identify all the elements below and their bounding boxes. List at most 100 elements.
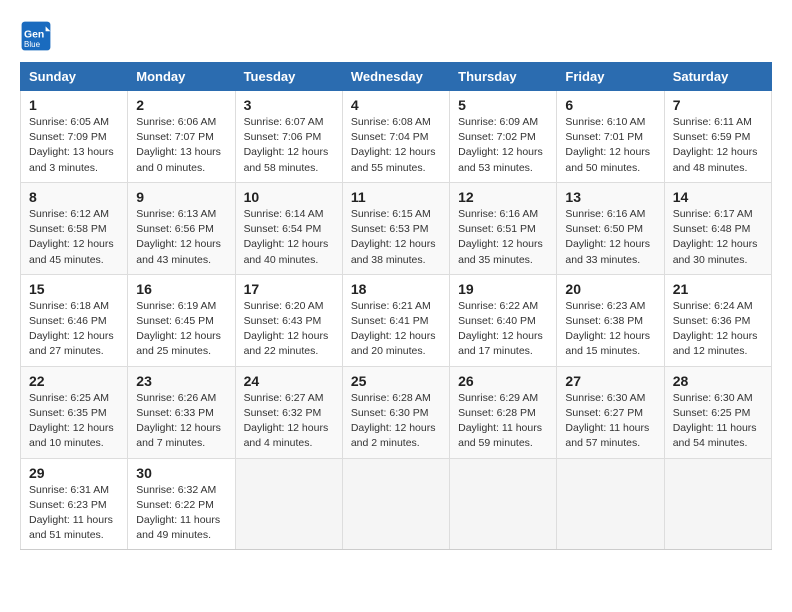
page-header: Gen Blue (20, 20, 772, 52)
calendar-cell: 17 Sunrise: 6:20 AMSunset: 6:43 PMDaylig… (235, 274, 342, 366)
day-info: Sunrise: 6:20 AMSunset: 6:43 PMDaylight:… (244, 299, 334, 360)
calendar-week-4: 22 Sunrise: 6:25 AMSunset: 6:35 PMDaylig… (21, 366, 772, 458)
svg-text:Gen: Gen (24, 30, 44, 41)
day-number: 18 (351, 281, 441, 297)
calendar-cell: 24 Sunrise: 6:27 AMSunset: 6:32 PMDaylig… (235, 366, 342, 458)
calendar-cell: 25 Sunrise: 6:28 AMSunset: 6:30 PMDaylig… (342, 366, 449, 458)
day-number: 12 (458, 189, 548, 205)
day-number: 14 (673, 189, 763, 205)
day-number: 2 (136, 97, 226, 113)
calendar-cell: 23 Sunrise: 6:26 AMSunset: 6:33 PMDaylig… (128, 366, 235, 458)
calendar-cell: 27 Sunrise: 6:30 AMSunset: 6:27 PMDaylig… (557, 366, 664, 458)
logo-icon: Gen Blue (20, 20, 52, 52)
day-info: Sunrise: 6:30 AMSunset: 6:25 PMDaylight:… (673, 391, 763, 452)
day-info: Sunrise: 6:22 AMSunset: 6:40 PMDaylight:… (458, 299, 548, 360)
calendar-cell: 29 Sunrise: 6:31 AMSunset: 6:23 PMDaylig… (21, 458, 128, 550)
day-number: 9 (136, 189, 226, 205)
calendar-cell: 14 Sunrise: 6:17 AMSunset: 6:48 PMDaylig… (664, 182, 771, 274)
calendar-week-5: 29 Sunrise: 6:31 AMSunset: 6:23 PMDaylig… (21, 458, 772, 550)
calendar-cell: 9 Sunrise: 6:13 AMSunset: 6:56 PMDayligh… (128, 182, 235, 274)
calendar-cell: 20 Sunrise: 6:23 AMSunset: 6:38 PMDaylig… (557, 274, 664, 366)
calendar-cell (342, 458, 449, 550)
day-info: Sunrise: 6:27 AMSunset: 6:32 PMDaylight:… (244, 391, 334, 452)
day-info: Sunrise: 6:29 AMSunset: 6:28 PMDaylight:… (458, 391, 548, 452)
calendar-cell: 16 Sunrise: 6:19 AMSunset: 6:45 PMDaylig… (128, 274, 235, 366)
calendar-cell: 13 Sunrise: 6:16 AMSunset: 6:50 PMDaylig… (557, 182, 664, 274)
day-info: Sunrise: 6:15 AMSunset: 6:53 PMDaylight:… (351, 207, 441, 268)
calendar-cell (557, 458, 664, 550)
logo: Gen Blue (20, 20, 56, 52)
day-number: 19 (458, 281, 548, 297)
calendar-cell: 8 Sunrise: 6:12 AMSunset: 6:58 PMDayligh… (21, 182, 128, 274)
day-number: 7 (673, 97, 763, 113)
day-info: Sunrise: 6:17 AMSunset: 6:48 PMDaylight:… (673, 207, 763, 268)
day-info: Sunrise: 6:10 AMSunset: 7:01 PMDaylight:… (565, 115, 655, 176)
day-header-saturday: Saturday (664, 63, 771, 91)
day-number: 16 (136, 281, 226, 297)
day-info: Sunrise: 6:14 AMSunset: 6:54 PMDaylight:… (244, 207, 334, 268)
day-info: Sunrise: 6:24 AMSunset: 6:36 PMDaylight:… (673, 299, 763, 360)
day-info: Sunrise: 6:08 AMSunset: 7:04 PMDaylight:… (351, 115, 441, 176)
day-number: 3 (244, 97, 334, 113)
calendar-cell: 21 Sunrise: 6:24 AMSunset: 6:36 PMDaylig… (664, 274, 771, 366)
day-info: Sunrise: 6:28 AMSunset: 6:30 PMDaylight:… (351, 391, 441, 452)
calendar-body: 1 Sunrise: 6:05 AMSunset: 7:09 PMDayligh… (21, 91, 772, 550)
calendar-header: SundayMondayTuesdayWednesdayThursdayFrid… (21, 63, 772, 91)
calendar-cell (450, 458, 557, 550)
calendar-week-1: 1 Sunrise: 6:05 AMSunset: 7:09 PMDayligh… (21, 91, 772, 183)
calendar-cell: 10 Sunrise: 6:14 AMSunset: 6:54 PMDaylig… (235, 182, 342, 274)
calendar-week-2: 8 Sunrise: 6:12 AMSunset: 6:58 PMDayligh… (21, 182, 772, 274)
calendar-cell: 18 Sunrise: 6:21 AMSunset: 6:41 PMDaylig… (342, 274, 449, 366)
svg-text:Blue: Blue (24, 40, 41, 49)
calendar-cell: 26 Sunrise: 6:29 AMSunset: 6:28 PMDaylig… (450, 366, 557, 458)
day-number: 23 (136, 373, 226, 389)
day-info: Sunrise: 6:06 AMSunset: 7:07 PMDaylight:… (136, 115, 226, 176)
day-number: 29 (29, 465, 119, 481)
calendar-cell: 2 Sunrise: 6:06 AMSunset: 7:07 PMDayligh… (128, 91, 235, 183)
day-info: Sunrise: 6:30 AMSunset: 6:27 PMDaylight:… (565, 391, 655, 452)
calendar-cell: 12 Sunrise: 6:16 AMSunset: 6:51 PMDaylig… (450, 182, 557, 274)
day-number: 1 (29, 97, 119, 113)
day-number: 11 (351, 189, 441, 205)
day-number: 25 (351, 373, 441, 389)
calendar-cell (664, 458, 771, 550)
calendar-cell: 28 Sunrise: 6:30 AMSunset: 6:25 PMDaylig… (664, 366, 771, 458)
day-info: Sunrise: 6:05 AMSunset: 7:09 PMDaylight:… (29, 115, 119, 176)
day-number: 10 (244, 189, 334, 205)
calendar-cell: 1 Sunrise: 6:05 AMSunset: 7:09 PMDayligh… (21, 91, 128, 183)
day-info: Sunrise: 6:23 AMSunset: 6:38 PMDaylight:… (565, 299, 655, 360)
day-info: Sunrise: 6:18 AMSunset: 6:46 PMDaylight:… (29, 299, 119, 360)
calendar-cell (235, 458, 342, 550)
day-info: Sunrise: 6:19 AMSunset: 6:45 PMDaylight:… (136, 299, 226, 360)
day-info: Sunrise: 6:12 AMSunset: 6:58 PMDaylight:… (29, 207, 119, 268)
day-header-tuesday: Tuesday (235, 63, 342, 91)
day-info: Sunrise: 6:25 AMSunset: 6:35 PMDaylight:… (29, 391, 119, 452)
day-info: Sunrise: 6:11 AMSunset: 6:59 PMDaylight:… (673, 115, 763, 176)
day-number: 15 (29, 281, 119, 297)
day-info: Sunrise: 6:21 AMSunset: 6:41 PMDaylight:… (351, 299, 441, 360)
day-number: 28 (673, 373, 763, 389)
calendar-cell: 11 Sunrise: 6:15 AMSunset: 6:53 PMDaylig… (342, 182, 449, 274)
day-number: 30 (136, 465, 226, 481)
day-number: 4 (351, 97, 441, 113)
day-info: Sunrise: 6:07 AMSunset: 7:06 PMDaylight:… (244, 115, 334, 176)
day-header-wednesday: Wednesday (342, 63, 449, 91)
day-number: 22 (29, 373, 119, 389)
day-info: Sunrise: 6:13 AMSunset: 6:56 PMDaylight:… (136, 207, 226, 268)
day-info: Sunrise: 6:32 AMSunset: 6:22 PMDaylight:… (136, 483, 226, 544)
day-number: 26 (458, 373, 548, 389)
calendar-cell: 6 Sunrise: 6:10 AMSunset: 7:01 PMDayligh… (557, 91, 664, 183)
calendar-cell: 4 Sunrise: 6:08 AMSunset: 7:04 PMDayligh… (342, 91, 449, 183)
day-number: 24 (244, 373, 334, 389)
calendar-cell: 22 Sunrise: 6:25 AMSunset: 6:35 PMDaylig… (21, 366, 128, 458)
day-info: Sunrise: 6:09 AMSunset: 7:02 PMDaylight:… (458, 115, 548, 176)
day-number: 20 (565, 281, 655, 297)
day-number: 6 (565, 97, 655, 113)
day-info: Sunrise: 6:31 AMSunset: 6:23 PMDaylight:… (29, 483, 119, 544)
calendar-table: SundayMondayTuesdayWednesdayThursdayFrid… (20, 62, 772, 550)
day-header-friday: Friday (557, 63, 664, 91)
calendar-week-3: 15 Sunrise: 6:18 AMSunset: 6:46 PMDaylig… (21, 274, 772, 366)
day-number: 8 (29, 189, 119, 205)
calendar-cell: 15 Sunrise: 6:18 AMSunset: 6:46 PMDaylig… (21, 274, 128, 366)
calendar-cell: 19 Sunrise: 6:22 AMSunset: 6:40 PMDaylig… (450, 274, 557, 366)
